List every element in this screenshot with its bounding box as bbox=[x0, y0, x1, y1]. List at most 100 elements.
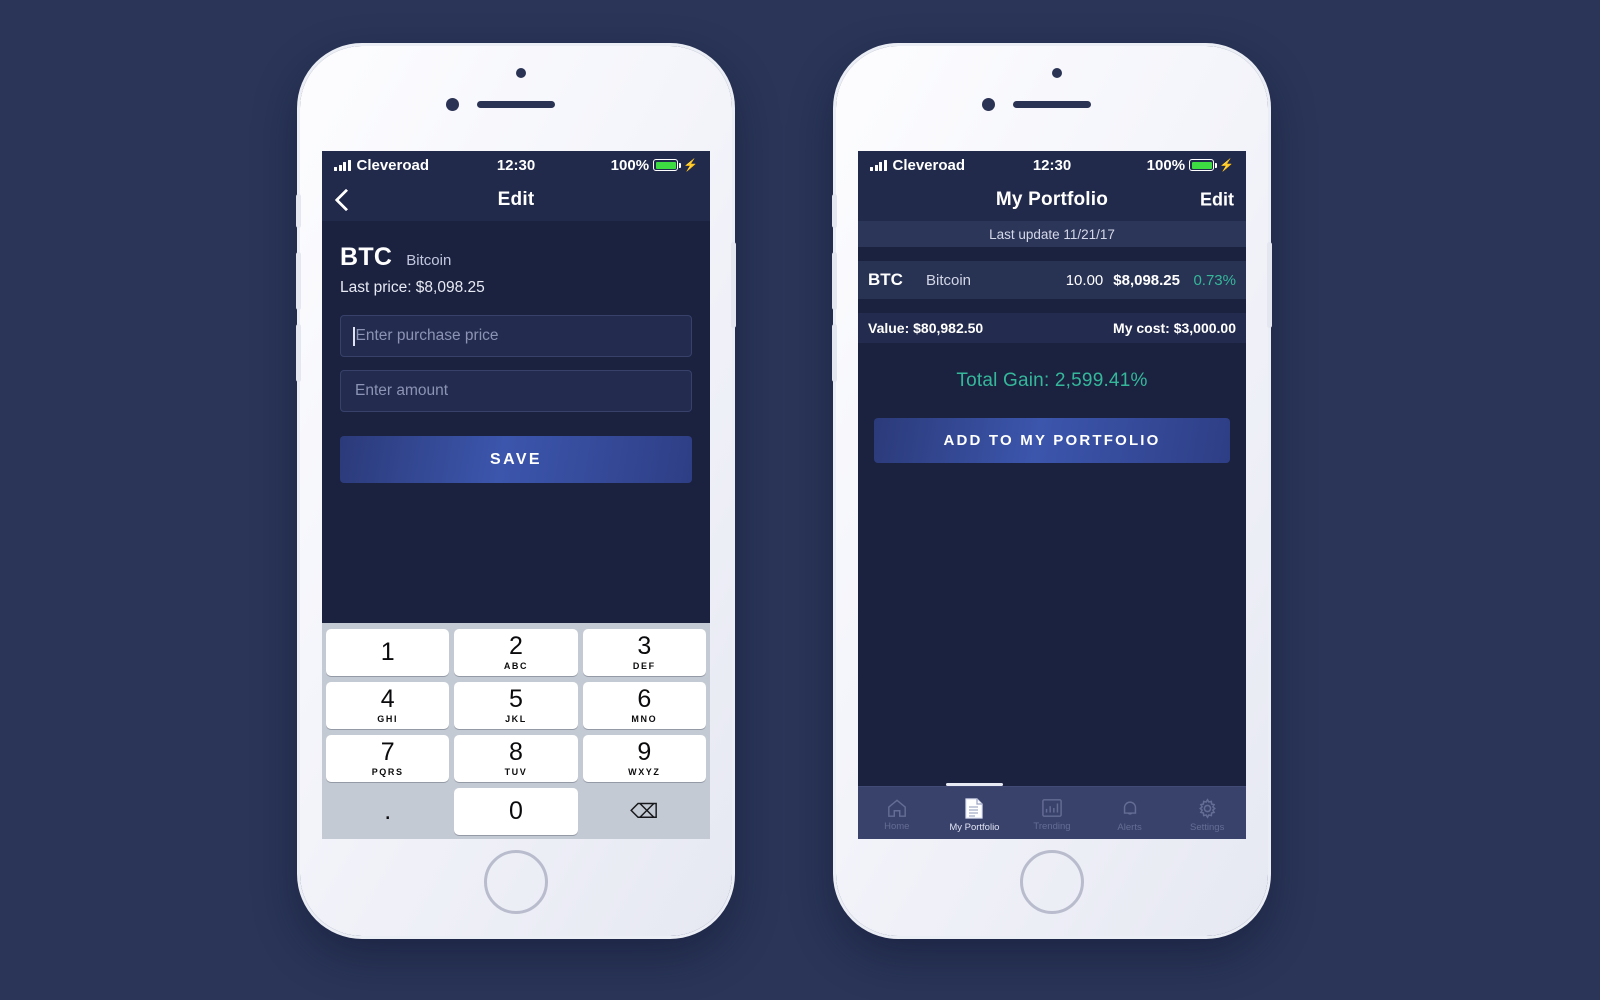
add-to-my-portfolio-button[interactable]: ADD TO MY PORTFOLIO bbox=[874, 418, 1230, 463]
spacer bbox=[858, 247, 1246, 261]
key-0[interactable]: 0 bbox=[454, 788, 578, 835]
proximity-sensor-icon-left bbox=[516, 68, 526, 78]
status-bar-left-group: Cleveroad bbox=[334, 157, 497, 174]
tab-label: Home bbox=[884, 821, 910, 832]
key-9[interactable]: 9 WXYZ bbox=[582, 735, 706, 782]
key-digit: 6 bbox=[637, 685, 652, 713]
clock-label: 12:30 bbox=[1032, 156, 1072, 174]
home-button-right[interactable] bbox=[1020, 850, 1084, 914]
holding-name: Bitcoin bbox=[926, 271, 972, 289]
edit-button[interactable]: Edit bbox=[1200, 190, 1234, 211]
earpiece-speaker-right bbox=[1013, 101, 1091, 108]
key-letters: WXYZ bbox=[628, 767, 661, 777]
keypad-row: 1 2 ABC 3 DEF bbox=[326, 629, 706, 676]
signal-bars-icon bbox=[870, 159, 887, 171]
purchase-price-placeholder: Enter purchase price bbox=[355, 327, 499, 344]
silent-switch-left[interactable] bbox=[296, 194, 301, 228]
page-title: Edit bbox=[497, 189, 535, 210]
keypad-row: 7 PQRS 8 TUV 9 WXYZ bbox=[326, 735, 706, 782]
status-bar-right-group: 100% ⚡ bbox=[1071, 157, 1234, 174]
clock-label: 12:30 bbox=[496, 156, 536, 174]
home-button-left[interactable] bbox=[484, 850, 548, 914]
key-digit: 0 bbox=[509, 797, 523, 825]
key-digit: . bbox=[384, 797, 392, 826]
key-7[interactable]: 7 PQRS bbox=[326, 735, 450, 782]
holding-quantity: 10.00 bbox=[1065, 271, 1104, 289]
key-digit: 3 bbox=[637, 632, 652, 660]
status-bar-left: Cleveroad 12:30 100% ⚡ bbox=[322, 151, 710, 179]
key-digit: 8 bbox=[509, 738, 523, 766]
portfolio-cost: My cost: $3,000.00 bbox=[1113, 320, 1236, 336]
key-2[interactable]: 2 ABC bbox=[454, 629, 578, 676]
volume-down-button-left[interactable] bbox=[296, 324, 301, 382]
screenshot-stage: Cleveroad 12:30 100% ⚡ Edit BTC Bitcoin … bbox=[0, 0, 1600, 1000]
status-bar-right: Cleveroad 12:30 100% ⚡ bbox=[858, 151, 1246, 179]
save-button[interactable]: SAVE bbox=[340, 436, 692, 483]
lightning-bolt-icon: ⚡ bbox=[683, 158, 698, 172]
holding-change: 0.73% bbox=[1193, 271, 1236, 289]
bell-icon bbox=[1120, 798, 1140, 819]
home-icon bbox=[886, 798, 908, 818]
chevron-left-icon[interactable] bbox=[332, 189, 354, 211]
carrier-label: Cleveroad bbox=[356, 156, 430, 174]
carrier-label: Cleveroad bbox=[892, 156, 966, 174]
last-price-label: Last price: $8,098.25 bbox=[340, 279, 485, 296]
keypad-row: . 0 ⌫ bbox=[326, 788, 706, 835]
status-bar-left-group: Cleveroad bbox=[870, 157, 1033, 174]
screen-my-portfolio: Cleveroad 12:30 100% ⚡ My Portfolio Edit… bbox=[858, 151, 1246, 839]
key-digit: 5 bbox=[509, 685, 523, 713]
key-letters: JKL bbox=[505, 714, 527, 724]
key-digit: 4 bbox=[380, 685, 395, 713]
coin-header: BTC Bitcoin bbox=[340, 243, 692, 272]
volume-up-button-left[interactable] bbox=[296, 252, 301, 310]
key-5[interactable]: 5 JKL bbox=[454, 682, 578, 729]
tab-settings[interactable]: Settings bbox=[1168, 787, 1246, 839]
tab-alerts[interactable]: Alerts bbox=[1091, 787, 1169, 839]
battery-full-icon bbox=[1189, 159, 1218, 171]
backspace-glyph: ⌫ bbox=[630, 801, 659, 823]
tab-trending[interactable]: Trending bbox=[1013, 787, 1091, 839]
coin-name: Bitcoin bbox=[406, 252, 452, 269]
amount-placeholder: Enter amount bbox=[355, 382, 449, 399]
volume-down-button-right[interactable] bbox=[832, 324, 837, 382]
nav-bar-edit: Edit bbox=[322, 179, 710, 221]
key-8[interactable]: 8 TUV bbox=[454, 735, 578, 782]
key-letters: PQRS bbox=[371, 767, 404, 777]
key-6[interactable]: 6 MNO bbox=[582, 682, 706, 729]
backspace-icon[interactable]: ⌫ bbox=[583, 788, 706, 835]
bottom-tab-bar: Home My Portfolio Trending Alerts Settin… bbox=[858, 783, 1246, 839]
key-letters: ABC bbox=[503, 661, 529, 671]
key-3[interactable]: 3 DEF bbox=[582, 629, 706, 676]
text-caret bbox=[353, 326, 355, 346]
amount-input[interactable]: Enter amount bbox=[340, 370, 692, 412]
power-button-right[interactable] bbox=[1267, 242, 1272, 328]
numeric-keypad: 1 2 ABC 3 DEF 4 GHI 5 JKL 6 MNO 7 PQRS 8… bbox=[322, 623, 710, 839]
tab-my-portfolio[interactable]: My Portfolio bbox=[936, 783, 1014, 839]
volume-up-button-right[interactable] bbox=[832, 252, 837, 310]
tab-label: Settings bbox=[1190, 821, 1225, 833]
purchase-price-input[interactable]: Enter purchase price bbox=[340, 315, 692, 357]
key-decimal-point[interactable]: . bbox=[326, 788, 449, 835]
front-camera-icon-right bbox=[982, 98, 995, 111]
keypad-row: 4 GHI 5 JKL 6 MNO bbox=[326, 682, 706, 729]
battery-full-icon bbox=[653, 159, 682, 171]
tab-home[interactable]: Home bbox=[858, 787, 936, 839]
key-digit: 9 bbox=[637, 738, 652, 766]
silent-switch-right[interactable] bbox=[832, 194, 837, 228]
key-digit: 2 bbox=[509, 632, 523, 660]
holding-symbol: BTC bbox=[868, 270, 903, 289]
portfolio-value: Value: $80,982.50 bbox=[868, 320, 984, 336]
power-button-left[interactable] bbox=[731, 242, 736, 328]
document-icon bbox=[965, 797, 983, 819]
tab-label: Trending bbox=[1033, 821, 1071, 832]
table-row[interactable]: BTC Bitcoin 10.00 $8,098.25 0.73% bbox=[858, 261, 1246, 299]
key-digit: 1 bbox=[380, 638, 395, 666]
key-letters: GHI bbox=[377, 714, 399, 724]
proximity-sensor-icon-right bbox=[1052, 68, 1062, 78]
battery-percent-label: 100% bbox=[1146, 156, 1186, 174]
key-1[interactable]: 1 bbox=[326, 629, 450, 676]
tab-label: My Portfolio bbox=[949, 821, 1000, 833]
lightning-bolt-icon: ⚡ bbox=[1219, 158, 1234, 172]
key-4[interactable]: 4 GHI bbox=[326, 682, 450, 729]
gear-icon bbox=[1197, 797, 1218, 819]
